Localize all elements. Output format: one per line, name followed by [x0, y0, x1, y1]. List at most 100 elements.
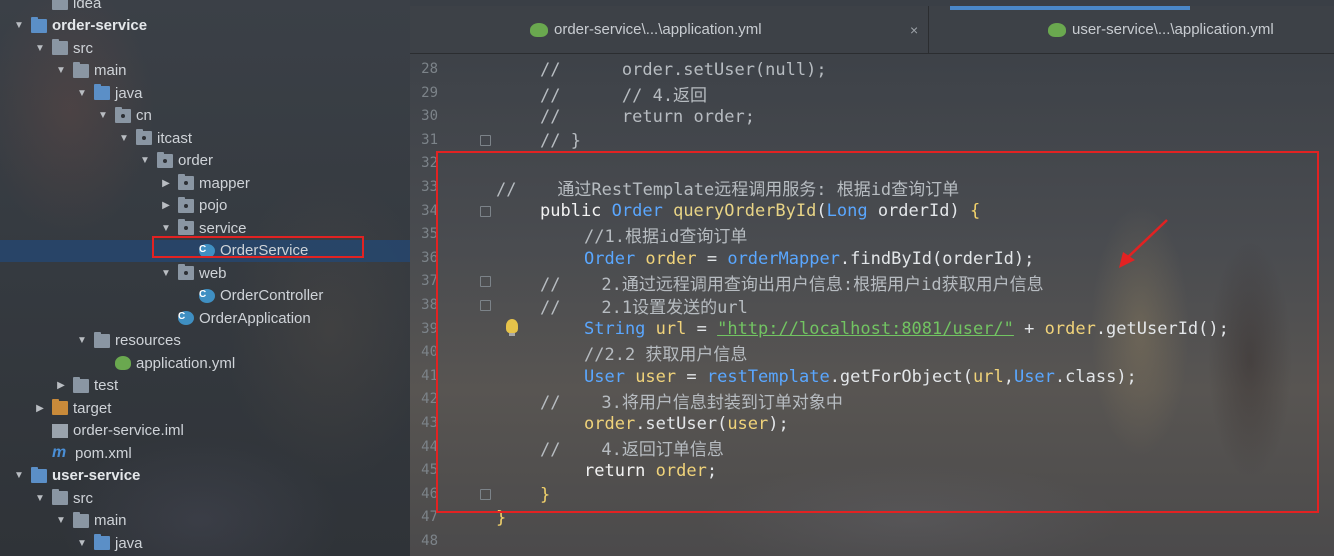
code-token: // } — [540, 130, 581, 151]
tree-item-label: src — [73, 489, 93, 507]
tree-item-label: target — [73, 399, 112, 417]
tree-item[interactable]: C OrderApplication — [0, 307, 410, 329]
tree-item-label: main — [94, 512, 127, 529]
tree-item[interactable]: ▼ java — [0, 82, 410, 104]
source-folder-icon — [94, 84, 110, 100]
iml-file-icon — [52, 423, 68, 438]
package-icon — [178, 196, 194, 213]
tree-item[interactable]: application.yml — [0, 352, 410, 374]
code-token: // order.setUser(null); — [540, 59, 827, 80]
chevron-right-icon[interactable] — [34, 447, 46, 459]
tree-item[interactable]: ▶ pojo — [0, 195, 410, 217]
chevron-down-icon[interactable]: ▼ — [76, 537, 88, 549]
chevron-right-icon[interactable]: ▶ — [34, 402, 46, 414]
tree-item-label: OrderController — [220, 287, 324, 304]
package-icon — [157, 151, 173, 168]
yml-file-icon — [1048, 22, 1066, 37]
tab-label: user-service\...\application.yml — [1072, 21, 1274, 38]
tree-item-label: order-service.iml — [73, 422, 184, 439]
tab-order-service-application-yml[interactable]: order-service\...\application.yml — [530, 6, 762, 53]
tree-item[interactable]: order-service.iml — [0, 420, 410, 442]
chevron-right-icon[interactable] — [34, 0, 46, 9]
tree-item-label: application.yml — [136, 354, 236, 372]
tree-item[interactable]: ▼ java — [0, 532, 410, 554]
resources-folder-icon — [94, 331, 110, 348]
chevron-right-icon[interactable]: ▶ — [160, 200, 172, 212]
tree-item-label: cn — [136, 107, 152, 124]
tree-item-label: java — [115, 84, 143, 102]
tree-item[interactable]: ▼ resources — [0, 330, 410, 352]
code-line: // return order; — [540, 105, 755, 129]
class-icon: C — [199, 288, 215, 303]
tree-item[interactable]: ▼ main — [0, 60, 410, 82]
tree-item[interactable]: idea — [0, 0, 410, 14]
tree-item[interactable]: ▼ src — [0, 487, 410, 509]
tab-user-service-application-yml[interactable]: user-service\...\application.yml — [1048, 6, 1274, 53]
tree-item[interactable]: ▼ src — [0, 37, 410, 59]
folder-icon — [52, 39, 68, 55]
chevron-right-icon[interactable] — [181, 290, 193, 302]
code-token: // // 4.返回 — [540, 85, 708, 106]
folder-icon — [73, 376, 89, 393]
chevron-down-icon[interactable]: ▼ — [118, 132, 130, 144]
chevron-down-icon[interactable]: ▼ — [34, 492, 46, 504]
tree-item-label: order — [178, 152, 214, 169]
chevron-down-icon[interactable]: ▼ — [139, 155, 151, 167]
code-line: // } — [540, 129, 581, 153]
folder-icon — [73, 511, 89, 528]
package-icon — [115, 106, 131, 123]
chevron-down-icon[interactable]: ▼ — [13, 20, 25, 32]
red-arrow-annotation — [1119, 219, 1168, 268]
tree-item[interactable]: ▼ itcast — [0, 127, 410, 149]
chevron-right-icon[interactable] — [160, 312, 172, 324]
project-tree-panel: idea ▼ order-service ▼ src ▼ main ▼ java ▼ cn ▼ itca… — [0, 0, 410, 556]
tree-item-label: order-service — [52, 17, 148, 34]
tree-item-label: test — [94, 377, 119, 394]
folder-icon — [52, 0, 68, 10]
code-token: // return order; — [540, 106, 755, 127]
tree-item[interactable]: ▼ web — [0, 262, 410, 284]
chevron-down-icon[interactable]: ▼ — [160, 267, 172, 279]
tree-item-label: pom.xml — [75, 444, 132, 462]
chevron-down-icon[interactable]: ▼ — [76, 335, 88, 347]
tree-item-label: user-service — [52, 467, 141, 484]
yml-file-icon — [530, 22, 548, 37]
module-folder-icon — [31, 16, 47, 33]
chevron-down-icon[interactable]: ▼ — [160, 222, 172, 234]
tree-item-label: web — [199, 264, 227, 282]
tree-item[interactable]: C OrderController — [0, 285, 410, 307]
code-line: // // 4.返回 — [540, 82, 707, 106]
orderservice-highlight-box — [152, 236, 364, 258]
tab-separator — [928, 6, 929, 53]
chevron-down-icon[interactable]: ▼ — [13, 470, 25, 482]
spring-boot-class-icon: C — [178, 311, 194, 325]
chevron-right-icon[interactable] — [97, 357, 109, 369]
chevron-down-icon[interactable]: ▼ — [55, 65, 67, 77]
tree-item[interactable]: ▼ cn — [0, 105, 410, 127]
package-icon — [178, 174, 194, 190]
chevron-down-icon[interactable]: ▼ — [76, 87, 88, 99]
chevron-down-icon[interactable]: ▼ — [55, 515, 67, 527]
module-folder-icon — [31, 466, 47, 483]
tree-item-label: java — [115, 534, 143, 552]
chevron-down-icon[interactable]: ▼ — [34, 42, 46, 54]
folder-icon — [52, 489, 68, 505]
tree-item-label: resources — [115, 332, 181, 349]
source-folder-icon — [94, 534, 110, 550]
tree-item-label: main — [94, 62, 127, 79]
tree-item-label: OrderApplication — [199, 309, 311, 327]
tree-item[interactable]: ▶ target — [0, 397, 410, 419]
tree-item[interactable]: ▼ order — [0, 150, 410, 172]
chevron-right-icon[interactable]: ▶ — [55, 380, 67, 392]
folder-icon — [73, 61, 89, 78]
tree-item[interactable]: ▼ main — [0, 510, 410, 532]
tree-item[interactable]: ▼ user-service — [0, 465, 410, 487]
tree-item[interactable]: ▶ mapper — [0, 172, 410, 194]
chevron-right-icon[interactable] — [34, 425, 46, 437]
chevron-right-icon[interactable]: ▶ — [160, 177, 172, 189]
chevron-down-icon[interactable]: ▼ — [97, 110, 109, 122]
tree-item[interactable]: ▼ order-service — [0, 15, 410, 37]
tree-item[interactable]: m pom.xml — [0, 442, 410, 464]
tree-item-label: mapper — [199, 174, 250, 192]
tree-item[interactable]: ▶ test — [0, 375, 410, 397]
